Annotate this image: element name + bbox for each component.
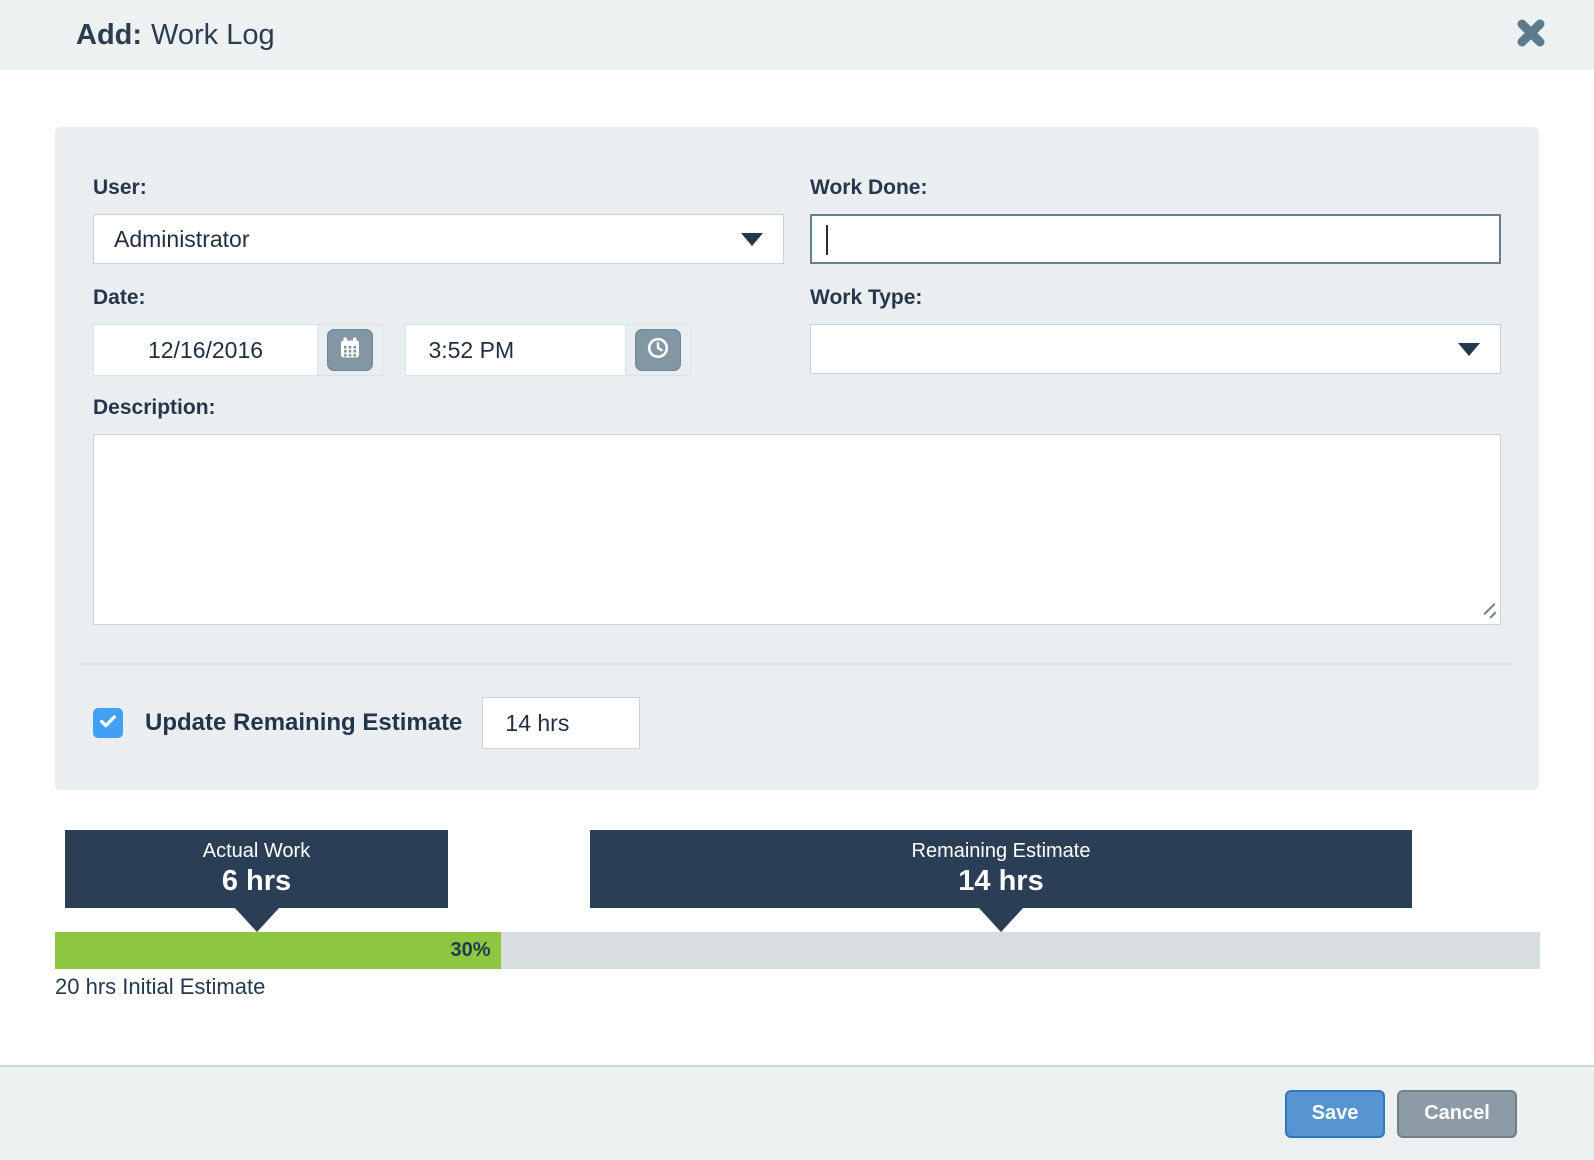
remaining-estimate-label: Remaining Estimate	[911, 840, 1091, 862]
update-remaining-label: Update Remaining Estimate	[145, 709, 463, 736]
description-label: Description:	[93, 396, 216, 419]
initial-estimate-caption: 20 hrs Initial Estimate	[55, 974, 266, 999]
user-select[interactable]: Administrator	[93, 214, 784, 264]
date-input[interactable]	[94, 325, 318, 375]
save-button-label: Save	[1311, 1102, 1359, 1124]
worklog-progress-graph: Actual Work 6 hrs Remaining Estimate 14 …	[0, 830, 1594, 1000]
actual-work-callout: Actual Work 6 hrs	[65, 830, 448, 932]
cancel-button-label: Cancel	[1424, 1102, 1490, 1124]
chevron-down-icon	[1458, 343, 1480, 356]
dialog-titlebar: Add: Work Log	[0, 0, 1594, 70]
user-field: User: Administrator	[93, 176, 784, 264]
remaining-estimate-value: 14 hrs	[958, 865, 1044, 897]
checkmark-icon	[97, 710, 119, 737]
dialog-title: Work Log	[151, 18, 275, 51]
work-type-label: Work Type:	[810, 286, 923, 309]
dialog-title-prefix: Add:	[76, 18, 143, 51]
date-field: Date:	[93, 286, 784, 376]
update-remaining-checkbox[interactable]	[93, 708, 123, 738]
clock-button[interactable]	[635, 329, 682, 371]
calendar-icon	[338, 336, 362, 365]
date-input-group	[93, 324, 383, 376]
work-done-input[interactable]	[810, 214, 1501, 264]
section-divider	[79, 663, 1515, 665]
work-done-field: Work Done:	[810, 176, 1501, 264]
user-label: User:	[93, 176, 147, 199]
remaining-estimate-input[interactable]	[482, 697, 641, 749]
actual-work-label: Actual Work	[202, 840, 311, 862]
time-input[interactable]	[406, 325, 627, 375]
dialog-footer: Save Cancel	[0, 1065, 1594, 1160]
progress-bar-fill: 30%	[55, 932, 501, 969]
work-type-select[interactable]	[810, 324, 1501, 374]
date-label: Date:	[93, 286, 146, 309]
close-icon	[1514, 16, 1548, 55]
description-textarea[interactable]	[93, 434, 1501, 625]
work-type-field: Work Type:	[810, 286, 1501, 376]
text-cursor	[826, 225, 828, 255]
close-button[interactable]	[1512, 16, 1550, 54]
progress-bar-track: 30%	[55, 932, 1540, 969]
user-select-value: Administrator	[114, 225, 250, 252]
cancel-button[interactable]: Cancel	[1397, 1089, 1517, 1138]
worklog-form-panel: User: Administrator Work Done: Date: 12/…	[55, 127, 1539, 790]
progress-percent-label: 30%	[450, 939, 491, 961]
actual-work-value: 6 hrs	[221, 865, 292, 897]
remaining-estimate-callout: Remaining Estimate 14 hrs	[590, 830, 1412, 932]
chevron-down-icon	[741, 233, 763, 246]
description-field: Description:	[93, 396, 1501, 625]
time-input-group	[405, 324, 692, 376]
clock-icon	[646, 336, 670, 365]
work-done-label: Work Done:	[810, 176, 928, 199]
calendar-button[interactable]	[327, 329, 373, 371]
save-button[interactable]: Save	[1285, 1089, 1385, 1138]
